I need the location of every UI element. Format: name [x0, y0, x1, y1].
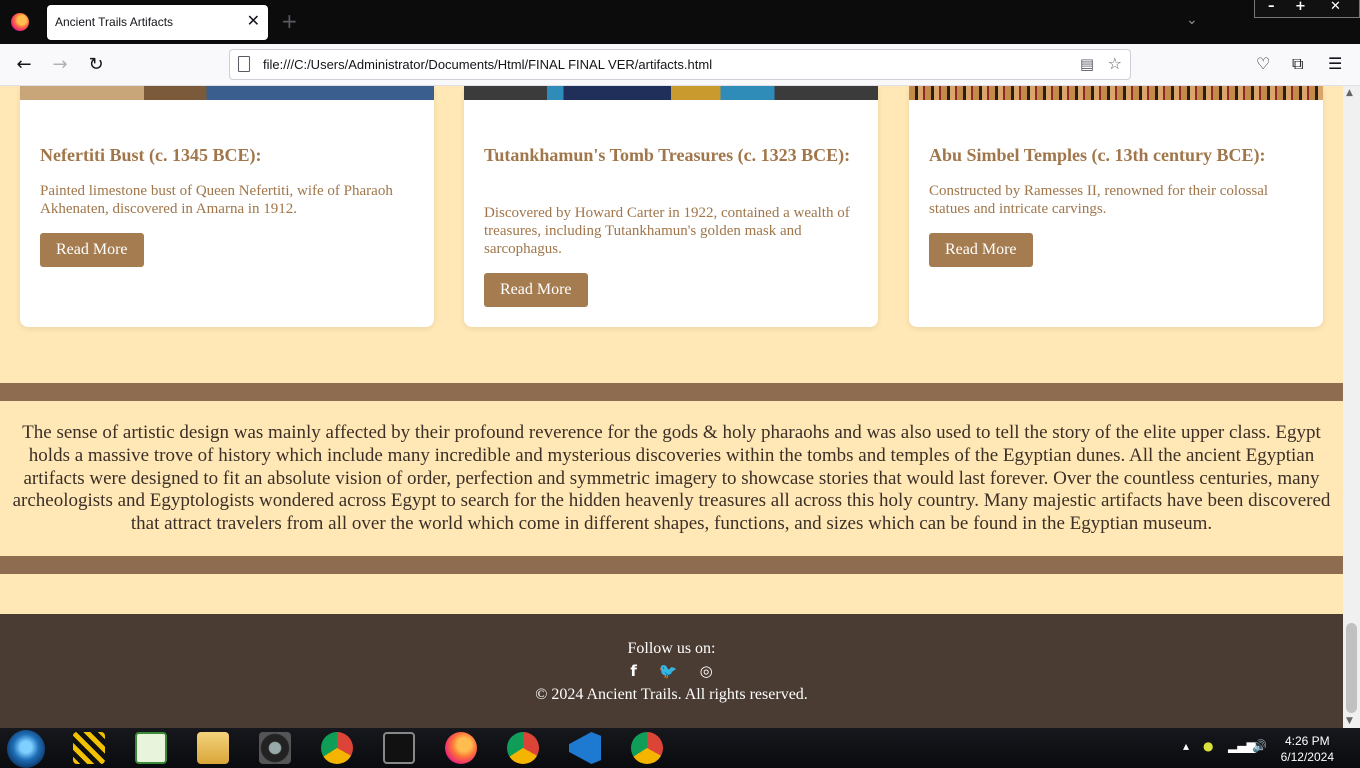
card-title: Abu Simbel Temples (c. 13th century BCE)… [929, 145, 1266, 165]
app-icon[interactable] [73, 732, 105, 764]
close-tab-icon[interactable]: ✕ [247, 12, 260, 30]
camera-icon[interactable] [259, 732, 291, 764]
card-description: Painted limestone bust of Queen Nefertit… [40, 183, 393, 217]
copyright-text: © 2024 Ancient Trails. All rights reserv… [535, 686, 808, 703]
chrome-icon[interactable] [321, 732, 353, 764]
reader-view-icon[interactable]: ▤ [1080, 55, 1094, 73]
artifact-card: Nefertiti Bust (c. 1345 BCE): Painted li… [20, 86, 434, 327]
close-window-button[interactable]: ✕ [1330, 0, 1341, 14]
windows-taskbar: ▴ ● ▂▄▆ 🔊 4:26 PM 6/12/2024 [0, 728, 1360, 768]
read-more-button[interactable]: Read More [929, 233, 1033, 267]
artifact-card: Tutankhamun's Tomb Treasures (c. 1323 BC… [464, 86, 878, 327]
scroll-down-icon[interactable]: ▼ [1346, 716, 1353, 726]
clock[interactable]: 4:26 PM 6/12/2024 [1281, 733, 1334, 765]
read-more-button[interactable]: Read More [484, 273, 588, 307]
instagram-icon[interactable]: ◎ [700, 662, 713, 680]
card-title: Tutankhamun's Tomb Treasures (c. 1323 BC… [484, 145, 851, 165]
firefox-logo-icon [11, 13, 29, 31]
tab-bar: Ancient Trails Artifacts ✕ + ⌄ – + ✕ [0, 0, 1360, 44]
minimize-button[interactable]: – [1268, 0, 1275, 14]
divider-band [0, 383, 1343, 401]
card-description: Discovered by Howard Carter in 1922, con… [484, 205, 850, 257]
chrome-icon[interactable] [631, 732, 663, 764]
file-explorer-icon[interactable] [197, 732, 229, 764]
notepad-icon[interactable] [135, 732, 167, 764]
twitter-icon[interactable]: 🐦 [659, 662, 678, 680]
url-text[interactable]: file:///C:/Users/Administrator/Documents… [263, 57, 712, 72]
vscode-icon[interactable] [569, 732, 601, 764]
forward-arrow-icon[interactable]: → [48, 53, 72, 77]
divider-band [0, 556, 1343, 574]
page-viewport: Nefertiti Bust (c. 1345 BCE): Painted li… [0, 86, 1343, 728]
about-paragraph: The sense of artistic design was mainly … [12, 422, 1331, 535]
facebook-icon[interactable]: f [630, 662, 637, 680]
new-tab-button[interactable]: + [281, 10, 298, 32]
back-arrow-icon[interactable]: ← [12, 53, 36, 77]
artifact-card: Abu Simbel Temples (c. 13th century BCE)… [909, 86, 1323, 327]
follow-label: Follow us on: [627, 640, 716, 657]
url-bar[interactable]: file:///C:/Users/Administrator/Documents… [229, 49, 1131, 80]
card-image [909, 86, 1323, 100]
show-hidden-icons-icon[interactable]: ▴ [1183, 739, 1189, 753]
page-icon [238, 56, 250, 72]
tab-title: Ancient Trails Artifacts [55, 15, 174, 29]
extensions-icon[interactable]: ⧉ [1292, 54, 1303, 74]
read-more-button[interactable]: Read More [40, 233, 144, 267]
vertical-scrollbar[interactable]: ▲ ▼ [1343, 86, 1360, 728]
scrollbar-thumb[interactable] [1346, 623, 1357, 713]
volume-icon[interactable]: 🔊 [1252, 739, 1267, 753]
chrome-profile-icon[interactable] [507, 732, 539, 764]
tab-active[interactable]: Ancient Trails Artifacts ✕ [47, 5, 268, 40]
window-controls: – + ✕ [1254, 0, 1360, 18]
pocket-icon[interactable]: ♡ [1256, 54, 1270, 73]
clock-time: 4:26 PM [1284, 734, 1330, 748]
social-links: f 🐦 ◎ [0, 662, 1343, 680]
card-title: Nefertiti Bust (c. 1345 BCE): [40, 145, 262, 165]
start-button[interactable] [7, 730, 45, 768]
card-image [20, 86, 434, 100]
maximize-button[interactable]: + [1295, 0, 1306, 14]
card-description: Constructed by Ramesses II, renowned for… [929, 183, 1269, 217]
reload-icon[interactable]: ↻ [84, 53, 108, 77]
clock-date: 6/12/2024 [1280, 750, 1334, 764]
network-status-icon[interactable]: ● [1203, 739, 1213, 753]
scroll-up-icon[interactable]: ▲ [1346, 88, 1353, 98]
menu-icon[interactable]: ☰ [1328, 54, 1342, 73]
navigation-toolbar: ← → ↻ file:///C:/Users/Administrator/Doc… [0, 44, 1360, 86]
firefox-icon[interactable] [445, 732, 477, 764]
card-image [464, 86, 878, 100]
footer: Follow us on: f 🐦 ◎ © 2024 Ancient Trail… [0, 614, 1343, 728]
bookmark-star-icon[interactable]: ☆ [1108, 54, 1122, 73]
command-prompt-icon[interactable] [383, 732, 415, 764]
tab-list-chevron-down-icon[interactable]: ⌄ [1186, 12, 1198, 28]
